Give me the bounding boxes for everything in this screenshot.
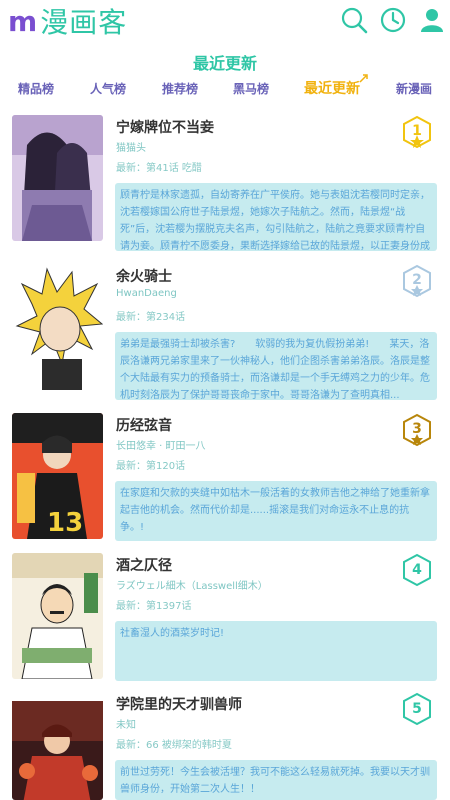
ranking-tabs: 精品榜 人气榜 推荐榜 黑马榜 最近更新 新漫画 [0,74,450,104]
rank-badge: 1 [400,115,434,149]
comic-cover[interactable] [12,115,103,241]
logo-text: 漫画客 [40,6,128,39]
comic-author: HwanDaeng [116,288,177,299]
rank-number: 4 [412,562,422,578]
tab-recent-updates-label: 最近更新 [304,81,360,97]
comic-author: 长田悠幸 · 町田一八 [116,441,206,452]
comic-cover[interactable] [12,553,103,679]
app-logo[interactable]: m 漫画客 [8,4,128,40]
rank-badge: 4 [400,553,434,587]
latest-chapter[interactable]: 最新：第41话 吃醋 [116,159,202,174]
comic-title[interactable]: 余火骑士 [116,266,172,286]
comic-title[interactable]: 酒之仄径 [116,555,172,575]
tab-recent-updates[interactable]: 最近更新 [304,74,368,98]
list-item[interactable]: 宁嫁牌位不当妾 猫猫头 最新：第41话 吃醋 顾青柠是林家遗孤，自幼寄养在广平侯… [0,115,450,255]
rank-number: 2 [412,272,422,288]
rank-badge: 2 [400,264,434,298]
rank-number: 5 [412,701,422,717]
tab-popular[interactable]: 人气榜 [90,80,126,97]
logo-m: m [8,4,39,38]
comic-description: 弟弟是最强骑士却被杀害? 软弱的我为复仇假扮弟弟! 某天，洛辰洛谦两兄弟家里来了… [115,332,437,400]
user-icon[interactable] [418,6,446,34]
list-item[interactable]: 13 历经弦音 长田悠幸 · 町田一八 最新：第120话 在家庭和欠款的夹缝中如… [0,413,450,543]
comic-description: 社畜湿人的酒菜岁时记! [115,621,437,681]
comic-cover[interactable] [12,692,103,800]
comic-author: ラズウェル細木（Lasswell细木） [116,581,268,592]
rank-number: 3 [412,421,422,437]
list-item[interactable]: 酒之仄径 ラズウェル細木（Lasswell细木） 最新：第1397话 社畜湿人的… [0,553,450,683]
tab-new-comics[interactable]: 新漫画 [396,80,432,97]
comic-cover[interactable] [12,264,103,390]
top-bar: m 漫画客 [0,0,450,44]
tab-recommended[interactable]: 推荐榜 [162,80,198,97]
svg-text:13: 13 [47,508,83,538]
comic-title[interactable]: 学院里的天才驯兽师 [116,694,242,714]
section-title: 最近更新 [192,54,257,73]
comic-title[interactable]: 历经弦音 [116,415,172,435]
comic-author: 未知 [116,720,136,731]
comic-author: 猫猫头 [116,143,146,154]
latest-chapter[interactable]: 最新：第1397话 [116,597,191,612]
search-icon[interactable] [340,6,368,34]
tab-premium[interactable]: 精品榜 [18,80,54,97]
latest-chapter[interactable]: 最新：66 被绑架的韩时夏 [116,736,232,751]
spark-icon [359,74,368,83]
list-item[interactable]: 余火骑士 HwanDaeng 最新：第234话 弟弟是最强骑士却被杀害? 软弱的… [0,264,450,404]
rank-badge: 5 [400,692,434,726]
rank-number: 1 [412,123,422,139]
tab-dark-horse[interactable]: 黑马榜 [233,80,269,97]
list-item[interactable]: 学院里的天才驯兽师 未知 最新：66 被绑架的韩时夏 前世过劳死！今生会被活埋？… [0,692,450,800]
comic-cover[interactable]: 13 [12,413,103,539]
comic-description: 顾青柠是林家遗孤，自幼寄养在广平侯府。她与表姐沈若樱同时定亲，沈若樱嫁国公府世子… [115,183,437,251]
latest-chapter[interactable]: 最新：第120话 [116,457,185,472]
rank-badge: 3 [400,413,434,447]
clock-icon[interactable] [379,6,407,34]
comic-title[interactable]: 宁嫁牌位不当妾 [116,117,214,137]
comic-description: 前世过劳死！今生会被活埋？我可不能这么轻易就死掉。我要以天才驯兽师身份，开始第二… [115,760,437,800]
comic-description: 在家庭和欠款的夹缝中如枯木一般活着的女教师吉他之神给了她重新拿起吉他的机会。然而… [115,481,437,541]
latest-chapter[interactable]: 最新：第234话 [116,308,185,323]
